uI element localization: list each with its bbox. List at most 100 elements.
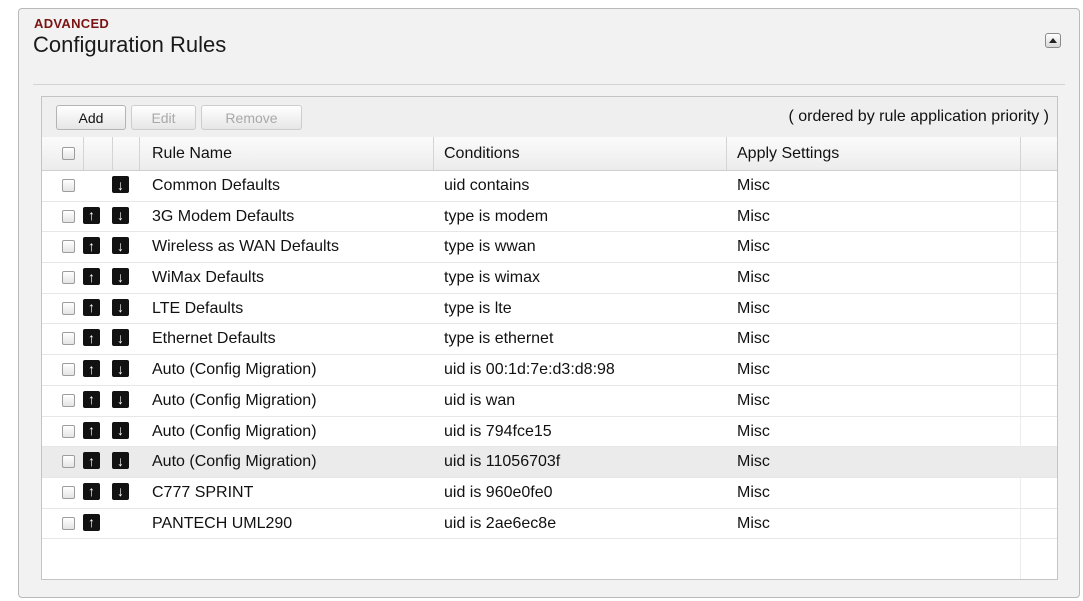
apply-settings-cell: Misc (737, 238, 770, 256)
arrow-up-icon[interactable]: ↑ (83, 421, 100, 439)
table-row[interactable]: ↑ PANTECH UML290 uid is 2ae6ec8e Misc (42, 509, 1057, 540)
rule-name-cell: C777 SPRINT (152, 483, 254, 501)
table-row[interactable]: ↑ ↓ Auto (Config Migration) uid is wan Misc (42, 386, 1057, 417)
add-button[interactable]: Add (56, 105, 126, 130)
row-checkbox[interactable] (62, 393, 75, 407)
table-row[interactable]: ↑ ↓ Ethernet Defaults type is ethernet Misc (42, 324, 1057, 356)
row-checkbox[interactable] (62, 455, 75, 469)
arrow-down-icon[interactable]: ↓ (112, 452, 129, 470)
row-checkbox[interactable] (62, 485, 75, 499)
condition-cell: uid is 2ae6ec8e (444, 514, 557, 532)
rule-name-cell: PANTECH UML290 (152, 514, 293, 532)
apply-settings-cell: Misc (737, 269, 770, 287)
arrow-up-icon[interactable]: ↑ (83, 513, 100, 531)
apply-settings-cell: Misc (737, 391, 770, 409)
arrow-down-icon[interactable]: ↓ (112, 206, 129, 224)
arrow-down-icon[interactable]: ↓ (112, 237, 129, 255)
header-apply-settings[interactable]: Apply Settings (737, 137, 839, 170)
arrow-down-icon[interactable]: ↓ (112, 421, 129, 439)
arrow-up-icon[interactable]: ↑ (83, 268, 100, 286)
rule-name-cell: Auto (Config Migration) (152, 453, 317, 471)
grid-toolbar: Add Edit Remove ( ordered by rule applic… (42, 97, 1057, 138)
rule-name-cell: Auto (Config Migration) (152, 422, 317, 440)
rule-name-cell: LTE Defaults (152, 299, 244, 317)
row-checkbox[interactable] (62, 301, 75, 315)
arrow-up-icon[interactable]: ↑ (83, 360, 100, 378)
table-row[interactable]: ↑ ↓ WiMax Defaults type is wimax Misc (42, 263, 1057, 294)
row-checkbox[interactable] (62, 363, 75, 377)
condition-cell: type is ethernet (444, 330, 554, 348)
table-row[interactable]: ↑ ↓ Auto (Config Migration) uid is 794fce15… (42, 417, 1057, 448)
page-title: Configuration Rules (33, 32, 227, 57)
condition-cell: type is lte (444, 299, 512, 317)
row-checkbox[interactable] (62, 271, 75, 285)
condition-cell: uid contains (444, 177, 530, 194)
condition-cell: uid is 794fce15 (444, 422, 552, 440)
rule-name-cell: Auto (Config Migration) (152, 361, 317, 379)
arrow-down-icon[interactable]: ↓ (112, 176, 129, 193)
arrow-down-icon[interactable]: ↓ (112, 390, 129, 408)
arrow-up-icon[interactable]: ↑ (83, 390, 100, 408)
arrow-down-icon[interactable]: ↓ (112, 482, 129, 500)
collapse-up-icon (1049, 38, 1057, 43)
table-body: ↓ Common Defaults uid contains Misc ↑ ↓ 3G Mod… (42, 171, 1057, 540)
rule-name-cell: Wireless as WAN Defaults (152, 238, 339, 256)
table-row[interactable]: ↑ ↓ 3G Modem Defaults type is modem Misc (42, 202, 1057, 233)
apply-settings-cell: Misc (737, 453, 770, 471)
arrow-up-icon[interactable]: ↑ (83, 482, 100, 500)
condition-cell: uid is 00:1d:7e:d3:d8:98 (444, 361, 615, 379)
table-header: Rule Name Conditions Apply Settings (42, 137, 1057, 171)
apply-settings-cell: Misc (737, 177, 770, 194)
rules-grid: Add Edit Remove ( ordered by rule applic… (41, 96, 1058, 580)
arrow-down-icon[interactable]: ↓ (112, 360, 129, 378)
apply-settings-cell: Misc (737, 299, 770, 317)
apply-settings-cell: Misc (737, 207, 770, 225)
header-rule-name[interactable]: Rule Name (152, 137, 232, 170)
apply-settings-cell: Misc (737, 330, 770, 348)
select-all-checkbox[interactable] (62, 147, 75, 160)
arrow-up-icon[interactable]: ↑ (83, 298, 100, 316)
table-row[interactable]: ↑ ↓ Auto (Config Migration) uid is 11056703… (42, 447, 1057, 478)
condition-cell: uid is 11056703f (444, 453, 561, 471)
divider (33, 84, 1065, 85)
row-checkbox[interactable] (62, 332, 75, 346)
row-checkbox[interactable] (62, 240, 75, 254)
arrow-down-icon[interactable]: ↓ (112, 298, 129, 316)
condition-cell: uid is 960e0fe0 (444, 483, 553, 501)
remove-button[interactable]: Remove (201, 105, 302, 130)
rule-name-cell: Ethernet Defaults (152, 330, 276, 348)
apply-settings-cell: Misc (737, 483, 770, 501)
table-row[interactable]: ↑ ↓ Wireless as WAN Defaults type is wwan Mi… (42, 232, 1057, 264)
collapse-button[interactable] (1045, 33, 1061, 48)
configuration-rules-panel: ADVANCED Configuration Rules Add Edit Re… (18, 8, 1080, 598)
arrow-down-icon[interactable]: ↓ (112, 268, 129, 286)
row-checkbox[interactable] (62, 516, 75, 530)
arrow-up-icon[interactable]: ↑ (83, 329, 100, 347)
rule-name-cell: 3G Modem Defaults (152, 207, 295, 225)
condition-cell: uid is wan (444, 391, 516, 409)
header-conditions[interactable]: Conditions (444, 137, 520, 170)
arrow-up-icon[interactable]: ↑ (83, 452, 100, 470)
table-row[interactable]: ↑ ↓ C777 SPRINT uid is 960e0fe0 Misc (42, 478, 1057, 509)
table-row[interactable]: ↑ ↓ Auto (Config Migration) uid is 00:1d:7e… (42, 355, 1057, 386)
table-row[interactable]: ↓ Common Defaults uid contains Misc (42, 171, 1057, 202)
apply-settings-cell: Misc (737, 514, 770, 532)
condition-cell: type is wwan (444, 238, 536, 256)
arrow-down-icon[interactable]: ↓ (112, 329, 129, 347)
row-checkbox[interactable] (62, 424, 75, 438)
arrow-up-icon[interactable]: ↑ (83, 237, 100, 255)
section-label: ADVANCED (34, 16, 110, 31)
condition-cell: type is wimax (444, 269, 541, 287)
row-checkbox[interactable] (62, 179, 75, 192)
rule-name-cell: Auto (Config Migration) (152, 391, 317, 409)
row-checkbox[interactable] (62, 209, 75, 223)
condition-cell: type is modem (444, 207, 549, 225)
rule-name-cell: Common Defaults (152, 177, 281, 194)
table-row[interactable]: ↑ ↓ LTE Defaults type is lte Misc (42, 294, 1057, 325)
arrow-up-icon[interactable]: ↑ (83, 206, 100, 224)
priority-note: ( ordered by rule application priority ) (788, 108, 1049, 125)
rule-name-cell: WiMax Defaults (152, 269, 265, 287)
edit-button[interactable]: Edit (131, 105, 196, 130)
apply-settings-cell: Misc (737, 422, 770, 440)
apply-settings-cell: Misc (737, 361, 770, 379)
